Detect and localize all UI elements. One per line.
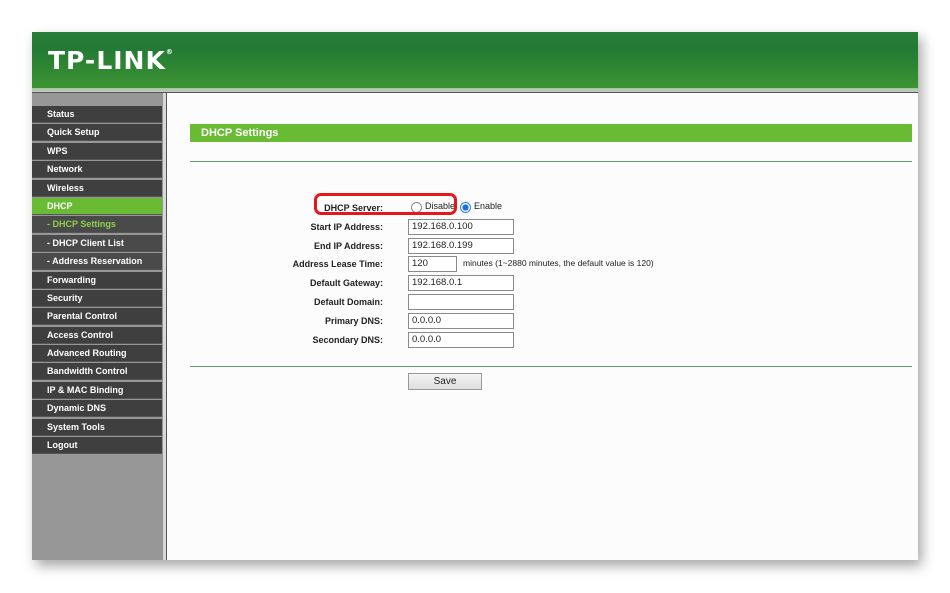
domain-input[interactable] (408, 294, 514, 310)
end-ip-label: End IP Address: (313, 241, 383, 251)
sidebar-item-dynamic-dns[interactable]: Dynamic DNS (32, 400, 162, 418)
divider-bottom (190, 366, 912, 367)
gateway-row: Default Gateway: 192.168.0.1 (167, 275, 918, 291)
start-ip-row: Start IP Address: 192.168.0.100 (167, 219, 918, 235)
lease-time-label: Address Lease Time: (292, 259, 383, 269)
end-ip-input[interactable]: 192.168.0.199 (408, 238, 514, 254)
main-content: DHCP Settings DHCP Server: Disable Enabl… (167, 93, 918, 560)
lease-time-input[interactable]: 120 (408, 256, 457, 272)
end-ip-row: End IP Address: 192.168.0.199 (167, 238, 918, 254)
domain-row: Default Domain: (167, 294, 918, 310)
sidebar-item-wireless[interactable]: Wireless (32, 179, 162, 197)
trademark-icon: ® (165, 48, 174, 56)
sidebar-menu: Status Quick Setup WPS Network Wireless DHCP -… (32, 106, 162, 455)
sidebar-item-forwarding[interactable]: Forwarding (32, 271, 162, 289)
highlight-annotation (314, 193, 457, 215)
gateway-input[interactable]: 192.168.0.1 (408, 275, 514, 291)
sidebar-item-access-control[interactable]: Access Control (32, 326, 162, 344)
sidebar-item-parental-control[interactable]: Parental Control (32, 308, 162, 326)
sidebar-item-dhcp[interactable]: DHCP (32, 197, 162, 215)
lease-time-row: Address Lease Time: 120 minutes (1~2880 … (167, 256, 918, 272)
sidebar-item-ip-mac-binding[interactable]: IP & MAC Binding (32, 381, 162, 399)
start-ip-input[interactable]: 192.168.0.100 (408, 219, 514, 235)
secondary-dns-input[interactable]: 0.0.0.0 (408, 332, 514, 348)
sidebar: Status Quick Setup WPS Network Wireless DHCP -… (32, 93, 163, 560)
enable-radio[interactable] (460, 202, 471, 213)
enable-label: Enable (474, 201, 503, 211)
sidebar-item-quick-setup[interactable]: Quick Setup (32, 124, 162, 142)
router-admin-window: TP-LINK® Status Quick Setup WPS Network Wire… (32, 32, 918, 560)
sidebar-item-logout[interactable]: Logout (32, 437, 162, 455)
sidebar-item-dhcp-settings[interactable]: - DHCP Settings (32, 216, 162, 234)
sidebar-item-address-reservation[interactable]: - Address Reservation (32, 253, 162, 271)
divider-top (190, 161, 912, 162)
secondary-dns-row: Secondary DNS: 0.0.0.0 (167, 332, 918, 348)
secondary-dns-label: Secondary DNS: (312, 335, 383, 345)
sidebar-item-network[interactable]: Network (32, 161, 162, 179)
save-button[interactable]: Save (408, 373, 482, 390)
logo-text: TP-LINK (48, 46, 166, 75)
page-title: DHCP Settings (190, 124, 912, 142)
tp-link-logo: TP-LINK® (48, 46, 174, 75)
sidebar-item-advanced-routing[interactable]: Advanced Routing (32, 345, 162, 363)
start-ip-label: Start IP Address: (310, 222, 383, 232)
domain-label: Default Domain: (313, 297, 383, 307)
sidebar-item-system-tools[interactable]: System Tools (32, 418, 162, 436)
sidebar-item-status[interactable]: Status (32, 106, 162, 123)
lease-time-hint: minutes (1~2880 minutes, the default val… (463, 258, 654, 268)
sidebar-item-wps[interactable]: WPS (32, 142, 162, 160)
gateway-label: Default Gateway: (309, 278, 383, 288)
dhcp-server-row: DHCP Server: Disable Enable (167, 200, 918, 216)
sidebar-item-dhcp-client-list[interactable]: - DHCP Client List (32, 234, 162, 252)
sidebar-item-bandwidth-control[interactable]: Bandwidth Control (32, 363, 162, 381)
primary-dns-label: Primary DNS: (324, 316, 383, 326)
primary-dns-row: Primary DNS: 0.0.0.0 (167, 313, 918, 329)
header-banner: TP-LINK® (32, 32, 918, 88)
primary-dns-input[interactable]: 0.0.0.0 (408, 313, 514, 329)
sidebar-item-security[interactable]: Security (32, 289, 162, 307)
